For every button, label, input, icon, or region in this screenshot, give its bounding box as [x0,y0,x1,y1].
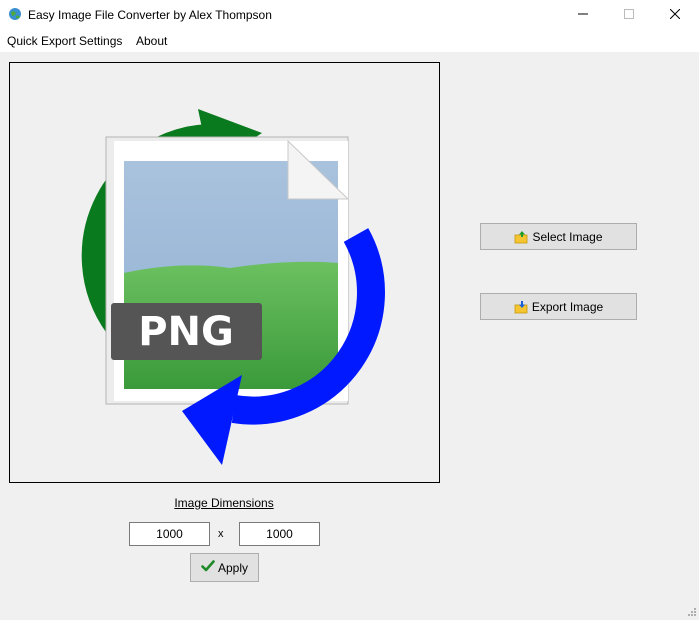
folder-up-icon [514,230,528,244]
menu-quick-export-settings[interactable]: Quick Export Settings [7,34,122,48]
dimension-separator: x [218,528,224,540]
folder-down-icon [514,300,528,314]
image-preview: PNG [9,62,440,483]
minimize-icon [578,8,588,22]
maximize-icon [624,8,634,22]
close-icon [669,8,681,22]
select-image-button[interactable]: Select Image [480,223,637,250]
title-bar: Easy Image File Converter by Alex Thomps… [0,0,699,30]
checkmark-icon [201,559,215,576]
apply-button[interactable]: Apply [190,553,259,582]
resize-grip-icon[interactable] [687,606,697,616]
height-input[interactable] [239,522,320,546]
width-input[interactable] [129,522,210,546]
apply-label: Apply [217,560,249,575]
menu-about[interactable]: About [136,34,167,48]
png-convert-graphic: PNG [81,109,385,465]
menu-bar: Quick Export Settings About [0,30,699,52]
image-dimensions-label: Image Dimensions [174,496,274,510]
minimize-button[interactable] [560,0,606,30]
png-badge-text: PNG [138,309,234,355]
close-button[interactable] [652,0,698,30]
window-title: Easy Image File Converter by Alex Thomps… [28,8,272,22]
globe-icon [8,7,22,21]
export-image-label: Export Image [531,299,604,314]
export-image-button[interactable]: Export Image [480,293,637,320]
maximize-button[interactable] [606,0,652,30]
select-image-label: Select Image [532,229,603,244]
